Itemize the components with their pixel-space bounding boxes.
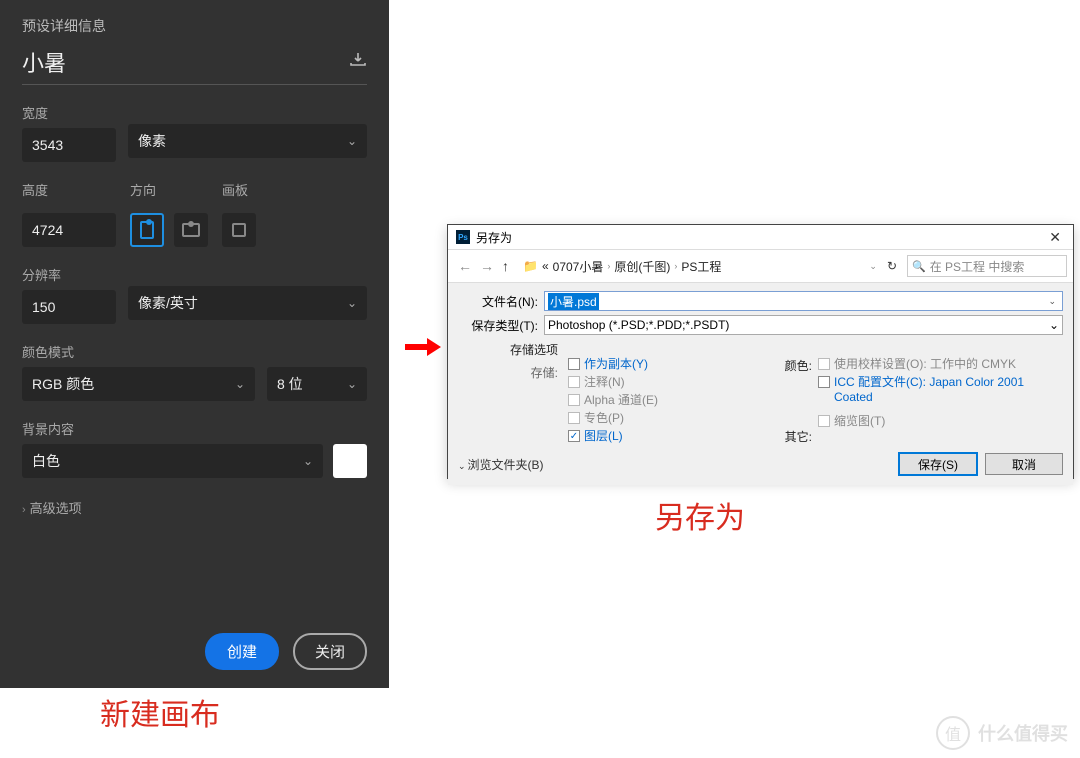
store-label: 存储: bbox=[458, 364, 558, 381]
cancel-button[interactable]: 取消 bbox=[985, 453, 1063, 475]
orientation-portrait-button[interactable] bbox=[130, 213, 164, 247]
height-label: 高度 bbox=[22, 180, 116, 199]
breadcrumb[interactable]: 📁 « 0707小暑› 原创(千图)› PS工程 ⌄ bbox=[523, 258, 877, 275]
checkbox-spot: 专色(P) bbox=[568, 411, 748, 426]
preset-label: 预设详细信息 bbox=[22, 16, 367, 36]
dialog-close-button[interactable]: ✕ bbox=[1045, 229, 1065, 246]
chevron-down-icon: ⌄ bbox=[1049, 318, 1059, 332]
filetype-dropdown[interactable]: Photoshop (*.PSD;*.PDD;*.PSDT)⌄ bbox=[544, 315, 1063, 335]
save-options-header: 存储选项 bbox=[458, 341, 558, 358]
refresh-button[interactable]: ↻ bbox=[887, 259, 897, 273]
annotation-arrow-icon bbox=[405, 344, 429, 350]
download-preset-icon[interactable] bbox=[349, 52, 367, 73]
chevron-down-icon: ⌄ bbox=[347, 296, 357, 310]
chevron-down-icon: ⌄ bbox=[303, 454, 313, 468]
caption-save-as: 另存为 bbox=[655, 493, 745, 537]
background-color-swatch[interactable] bbox=[333, 444, 367, 478]
photoshop-app-icon: Ps bbox=[456, 230, 470, 244]
checkbox-layers[interactable]: ✓图层(L) bbox=[568, 429, 748, 444]
dialog-title: 另存为 bbox=[476, 229, 512, 246]
save-as-dialog: Ps 另存为 ✕ ← → ↑ 📁 « 0707小暑› 原创(千图)› PS工程 … bbox=[447, 224, 1074, 479]
width-input[interactable] bbox=[22, 128, 116, 162]
preset-name-input[interactable]: 小暑 bbox=[22, 46, 66, 78]
bit-depth-dropdown[interactable]: 8 位⌄ bbox=[267, 367, 367, 401]
artboard-checkbox[interactable] bbox=[222, 213, 256, 247]
background-label: 背景内容 bbox=[22, 419, 367, 438]
chevron-down-icon: ⌄ bbox=[458, 461, 466, 471]
width-label: 宽度 bbox=[22, 103, 116, 122]
filename-label: 文件名(N): bbox=[458, 293, 544, 310]
watermark: 值 什么值得买 bbox=[936, 716, 1068, 750]
close-button[interactable]: 关闭 bbox=[293, 633, 367, 670]
color-section-label: 颜色: bbox=[748, 357, 812, 374]
chevron-down-icon: ⌄ bbox=[1045, 296, 1059, 307]
watermark-icon: 值 bbox=[936, 716, 970, 750]
folder-icon: 📁 bbox=[523, 259, 538, 273]
new-document-panel: 预设详细信息 小暑 宽度 像素⌄ 高度 方向 bbox=[0, 0, 389, 688]
artboard-label: 画板 bbox=[222, 180, 256, 199]
chevron-right-icon: › bbox=[22, 504, 26, 516]
chevron-down-icon: ⌄ bbox=[347, 377, 357, 391]
nav-up-button[interactable]: ↑ bbox=[502, 258, 509, 274]
orientation-label: 方向 bbox=[130, 180, 208, 199]
orientation-landscape-button[interactable] bbox=[174, 213, 208, 247]
caption-new-canvas: 新建画布 bbox=[100, 690, 220, 734]
resolution-label: 分辨率 bbox=[22, 265, 116, 284]
height-input[interactable] bbox=[22, 213, 116, 247]
nav-back-button[interactable]: ← bbox=[458, 258, 472, 274]
resolution-input[interactable] bbox=[22, 290, 116, 324]
advanced-options-toggle[interactable]: ›高级选项 bbox=[22, 498, 367, 517]
checkbox-alpha: Alpha 通道(E) bbox=[568, 393, 748, 408]
checkbox-notes: 注释(N) bbox=[568, 375, 748, 390]
color-mode-dropdown[interactable]: RGB 颜色⌄ bbox=[22, 367, 255, 401]
checkbox-proof: 使用校样设置(O): 工作中的 CMYK bbox=[818, 357, 1063, 372]
color-mode-label: 颜色模式 bbox=[22, 342, 367, 361]
checkbox-as-copy[interactable]: 作为副本(Y) bbox=[568, 357, 748, 372]
search-input[interactable]: 🔍 在 PS工程 中搜索 bbox=[907, 255, 1067, 277]
save-button[interactable]: 保存(S) bbox=[899, 453, 977, 475]
width-unit-dropdown[interactable]: 像素⌄ bbox=[128, 124, 367, 158]
other-section-label: 其它: bbox=[748, 428, 812, 445]
checkbox-icc-profile[interactable]: ICC 配置文件(C): Japan Color 2001 Coated bbox=[818, 375, 1063, 405]
create-button[interactable]: 创建 bbox=[205, 633, 279, 670]
resolution-unit-dropdown[interactable]: 像素/英寸⌄ bbox=[128, 286, 367, 320]
checkbox-thumbnail: 缩览图(T) bbox=[818, 414, 1063, 429]
filename-input[interactable]: 小暑.psd ⌄ bbox=[544, 291, 1063, 311]
watermark-text: 什么值得买 bbox=[978, 720, 1068, 746]
background-dropdown[interactable]: 白色⌄ bbox=[22, 444, 323, 478]
chevron-down-icon: ⌄ bbox=[347, 134, 357, 148]
search-icon: 🔍 bbox=[912, 260, 926, 273]
chevron-down-icon: ⌄ bbox=[235, 377, 245, 391]
filetype-label: 保存类型(T): bbox=[458, 317, 544, 334]
browse-folders-toggle[interactable]: ⌄浏览文件夹(B) bbox=[458, 456, 544, 473]
nav-forward-button[interactable]: → bbox=[480, 258, 494, 274]
